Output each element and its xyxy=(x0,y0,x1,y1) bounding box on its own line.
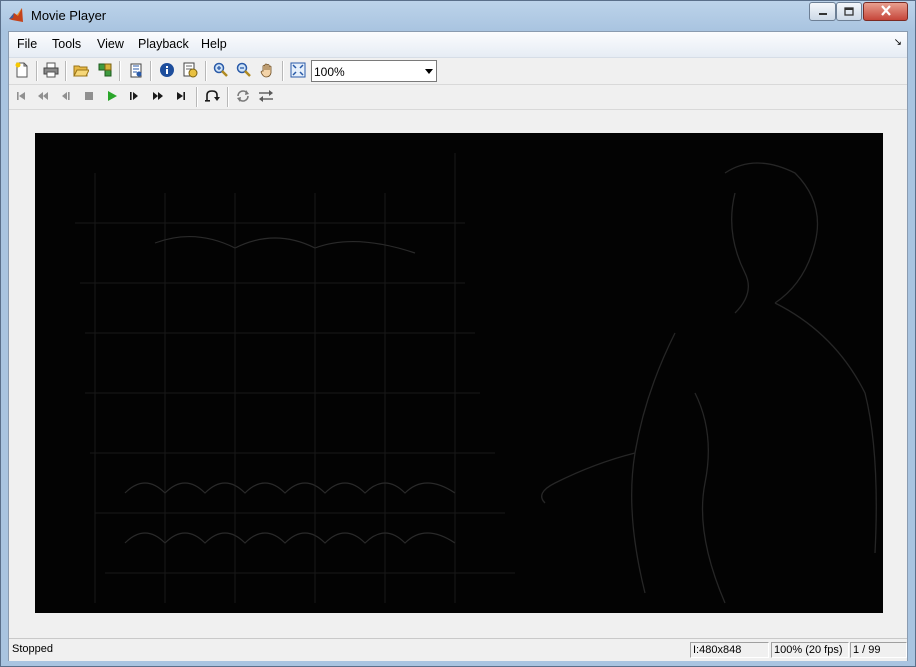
jump-to-button[interactable] xyxy=(201,86,223,108)
frame-number-cell: 1 / 99 xyxy=(850,642,907,658)
go-to-first-button[interactable] xyxy=(10,86,32,108)
new-icon xyxy=(14,62,30,81)
stop-icon xyxy=(83,90,95,105)
menu-help[interactable]: Help xyxy=(201,37,227,51)
main-toolbar: 100% xyxy=(9,58,907,85)
chevron-down-icon xyxy=(425,69,433,74)
video-area xyxy=(9,110,907,638)
autoreverse-button[interactable] xyxy=(232,86,254,108)
toolbar-separator xyxy=(282,61,284,81)
close-button[interactable] xyxy=(863,2,908,21)
fit-to-window-icon xyxy=(290,62,306,81)
fast-forward-icon xyxy=(151,90,165,105)
play-icon xyxy=(106,90,118,105)
open-folder-icon xyxy=(73,62,90,81)
toolbar-separator xyxy=(150,61,152,81)
print-button[interactable] xyxy=(40,60,62,82)
video-frame[interactable] xyxy=(35,133,883,613)
go-to-last-button[interactable] xyxy=(170,86,192,108)
minimize-button[interactable] xyxy=(809,2,836,21)
toolbar-separator xyxy=(36,61,38,81)
minimize-icon xyxy=(818,5,828,19)
fit-to-window-button[interactable] xyxy=(287,60,309,82)
toggle-direction-button[interactable] xyxy=(255,86,277,108)
matlab-icon xyxy=(8,7,24,23)
menu-playback[interactable]: Playback xyxy=(138,37,189,51)
stop-button[interactable] xyxy=(78,86,100,108)
step-forward-icon xyxy=(128,90,140,105)
properties-icon xyxy=(182,62,198,81)
step-back-button[interactable] xyxy=(55,86,77,108)
maximize-icon xyxy=(844,5,854,19)
toolbar-separator xyxy=(205,61,207,81)
step-back-icon xyxy=(60,90,72,105)
export-button[interactable] xyxy=(125,60,147,82)
rewind-icon xyxy=(36,90,50,105)
zoom-out-icon xyxy=(236,62,252,81)
toolbar-separator xyxy=(65,61,67,81)
zoom-in-button[interactable] xyxy=(210,60,232,82)
pan-hand-icon xyxy=(259,62,275,81)
export-icon xyxy=(128,62,144,81)
menu-file[interactable]: File xyxy=(17,37,37,51)
close-icon xyxy=(880,4,892,19)
properties-button[interactable] xyxy=(179,60,201,82)
zoom-dropdown[interactable]: 100% xyxy=(311,60,437,82)
connect-button[interactable] xyxy=(94,60,116,82)
fast-forward-button[interactable] xyxy=(147,86,169,108)
playback-toolbar xyxy=(9,85,907,110)
movie-player-window: Movie Player File Tools View Playback He… xyxy=(0,0,916,667)
video-frame-image xyxy=(35,133,883,613)
zoom-in-icon xyxy=(213,62,229,81)
toolbar-separator xyxy=(196,87,198,107)
new-button[interactable] xyxy=(11,60,33,82)
window-title: Movie Player xyxy=(31,8,107,23)
maximize-button[interactable] xyxy=(836,2,862,21)
go-to-first-icon xyxy=(15,90,27,105)
open-button[interactable] xyxy=(70,60,92,82)
info-button[interactable] xyxy=(156,60,178,82)
autoreverse-icon xyxy=(235,89,251,106)
print-icon xyxy=(43,62,59,81)
rewind-button[interactable] xyxy=(32,86,54,108)
play-button[interactable] xyxy=(101,86,123,108)
toggle-direction-icon xyxy=(258,89,274,106)
zoom-out-button[interactable] xyxy=(233,60,255,82)
menu-tools[interactable]: Tools xyxy=(52,37,81,51)
toolbar-separator xyxy=(227,87,229,107)
pan-button[interactable] xyxy=(256,60,278,82)
menu-bar: File Tools View Playback Help ↘ xyxy=(9,32,907,58)
title-bar[interactable]: Movie Player xyxy=(1,1,915,30)
dock-arrow-icon[interactable]: ↘ xyxy=(894,37,902,48)
client-area: File Tools View Playback Help ↘ 100% Sto… xyxy=(8,31,908,661)
info-icon xyxy=(159,62,175,81)
go-to-last-icon xyxy=(175,90,187,105)
frame-size-cell: I:480x848 xyxy=(690,642,769,658)
jump-to-icon xyxy=(204,89,220,106)
connect-icon xyxy=(97,62,113,81)
playback-status: Stopped xyxy=(12,643,53,655)
toolbar-separator xyxy=(119,61,121,81)
step-forward-button[interactable] xyxy=(123,86,145,108)
status-bar: Stopped I:480x848 100% (20 fps) 1 / 99 xyxy=(9,638,907,661)
frame-rate-cell: 100% (20 fps) xyxy=(771,642,849,658)
zoom-value: 100% xyxy=(314,65,345,79)
menu-view[interactable]: View xyxy=(97,37,124,51)
